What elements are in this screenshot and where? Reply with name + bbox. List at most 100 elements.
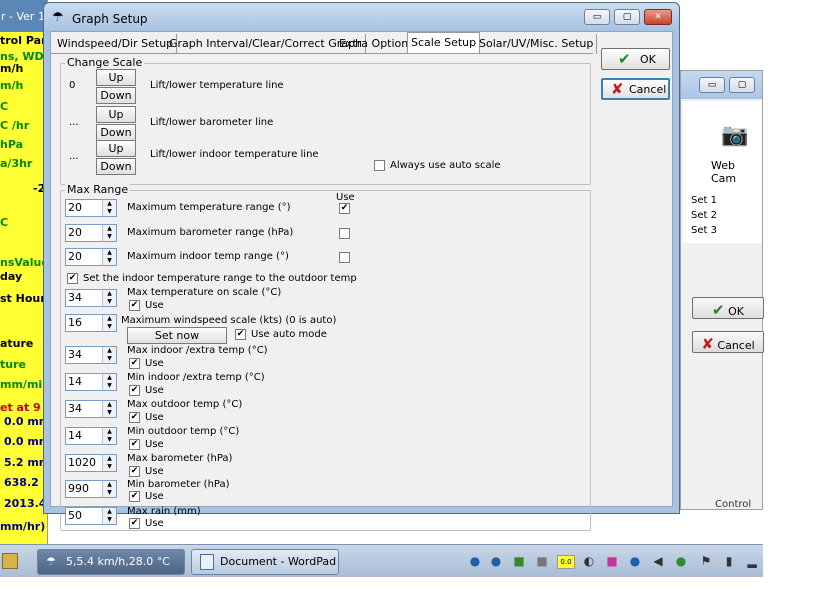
spinner-value: 34 — [68, 291, 82, 304]
tab-solar-uv[interactable]: Solar/UV/Misc. Setup — [476, 34, 598, 54]
baro-range-use-checkbox[interactable] — [339, 228, 350, 239]
auto-mode-checkbox[interactable]: ✔ — [235, 329, 246, 340]
max-barometer-spinner[interactable]: 1020 ▲ ▼ — [65, 454, 117, 472]
volume-icon[interactable]: ◀ — [649, 554, 667, 568]
spinner-arrows-icon[interactable]: ▲ ▼ — [102, 508, 116, 524]
taskbar-item-wordpad[interactable]: Document - WordPad — [191, 549, 339, 575]
max-temp-spinner[interactable]: 34 ▲ ▼ — [65, 289, 117, 307]
spinner-arrows-icon[interactable]: ▲ ▼ — [102, 455, 116, 471]
item-use-checkbox[interactable]: ✔ — [129, 439, 140, 450]
set-item[interactable]: Set 2 — [691, 210, 717, 221]
item-use-checkbox[interactable]: ✔ — [129, 385, 140, 396]
dialog-title: Graph Setup — [72, 12, 148, 26]
item-label: Max barometer (hPa) — [127, 453, 233, 464]
item-use-checkbox[interactable]: ✔ — [129, 412, 140, 423]
auto-scale-checkbox[interactable] — [374, 160, 385, 171]
maximize-icon[interactable]: ▢ — [614, 9, 640, 25]
baro-up-button[interactable]: Up — [96, 106, 136, 123]
max-outdoor-spinner[interactable]: 34 ▲ ▼ — [65, 400, 117, 418]
bg-line: mm/min — [0, 378, 48, 391]
item-label: Max indoor /extra temp (°C) — [127, 345, 268, 356]
baro-range-spinner[interactable]: 20 ▲ ▼ — [65, 224, 117, 242]
spinner-arrows-icon[interactable]: ▲ ▼ — [102, 481, 116, 497]
min-barometer-spinner[interactable]: 990 ▲ ▼ — [65, 480, 117, 498]
spinner-arrows-icon[interactable]: ▲ ▼ — [102, 347, 116, 363]
spinner-arrows-icon[interactable]: ▲ ▼ — [102, 225, 116, 241]
dialog-titlebar[interactable]: ☂ Graph Setup ▭ ▢ ✕ — [44, 3, 679, 31]
min-outdoor-spinner[interactable]: 14 ▲ ▼ — [65, 427, 117, 445]
taskbar-item-weather[interactable]: ☂ 5,5.4 km/h,28.0 °C — [37, 549, 185, 575]
set-item[interactable]: Set 3 — [691, 225, 717, 236]
item-use-checkbox[interactable]: ✔ — [129, 300, 140, 311]
cancel-button[interactable]: ✘ Cancel — [601, 78, 670, 100]
ok-button[interactable]: ✔ OK — [601, 48, 670, 70]
spinner-arrows-icon[interactable]: ▲ ▼ — [102, 315, 116, 331]
minimize-icon[interactable]: ▭ — [584, 9, 610, 25]
wordpad-icon — [200, 554, 214, 570]
bg-maximize-icon[interactable]: ▢ — [729, 77, 755, 93]
indoor-up-button[interactable]: Up — [96, 140, 136, 157]
item-label: Max outdoor temp (°C) — [127, 399, 243, 410]
taskbar-item-label: 5,5.4 km/h,28.0 °C — [66, 555, 170, 568]
media-icon[interactable]: ■ — [603, 554, 621, 568]
power-icon[interactable]: ▮ — [720, 554, 738, 568]
min-indoor-spinner[interactable]: 14 ▲ ▼ — [65, 373, 117, 391]
start-icon[interactable] — [2, 553, 18, 569]
range-label: Maximum indoor temp range (°) — [127, 251, 289, 262]
spinner-arrows-icon[interactable]: ▲ ▼ — [102, 290, 116, 306]
spinner-arrows-icon[interactable]: ▲ ▼ — [102, 428, 116, 444]
settings-tray-icon[interactable]: ■ — [533, 554, 551, 568]
item-label: Max rain (mm) — [127, 506, 201, 517]
indoor-down-button[interactable]: Down — [96, 158, 136, 175]
bg-minimize-icon[interactable]: ▭ — [699, 77, 725, 93]
dialog-app-icon: ☂ — [52, 10, 64, 25]
item-label: Min barometer (hPa) — [127, 479, 230, 490]
security-icon[interactable]: ● — [672, 554, 690, 568]
temp-up-button[interactable]: Up — [96, 69, 136, 86]
bg-line: m/h — [0, 62, 24, 75]
close-icon[interactable]: ✕ — [644, 9, 672, 25]
indoor-range-spinner[interactable]: 20 ▲ ▼ — [65, 248, 117, 266]
spinner-value: 34 — [68, 348, 82, 361]
webcam-icon[interactable]: 📷 — [721, 123, 748, 148]
spinner-arrows-icon[interactable]: ▲ ▼ — [102, 374, 116, 390]
temp-range-use-checkbox[interactable]: ✔ — [339, 203, 350, 214]
max-indoor-spinner[interactable]: 34 ▲ ▼ — [65, 346, 117, 364]
temp-range-spinner[interactable]: 20 ▲ ▼ — [65, 199, 117, 217]
windspeed-spinner[interactable]: 16 ▲ ▼ — [65, 314, 117, 332]
item-use-checkbox[interactable]: ✔ — [129, 518, 140, 529]
temp-down-button[interactable]: Down — [96, 87, 136, 104]
max-rain-spinner[interactable]: 50 ▲ ▼ — [65, 507, 117, 525]
item-label: Min outdoor temp (°C) — [127, 426, 240, 437]
flag-icon[interactable]: ⚑ — [697, 554, 715, 568]
item-use-checkbox[interactable]: ✔ — [129, 491, 140, 502]
bg-ok-label: OK — [728, 305, 744, 318]
indoor-range-use-checkbox[interactable] — [339, 252, 350, 263]
sync-icon[interactable]: ◐ — [580, 554, 598, 568]
bg-ok-button[interactable]: ✔ OK — [692, 297, 764, 319]
globe-icon[interactable]: ● — [466, 554, 484, 568]
spinner-arrows-icon[interactable]: ▲ ▼ — [102, 249, 116, 265]
item-label: Min indoor /extra temp (°C) — [127, 372, 265, 383]
bluetooth-icon[interactable]: ● — [626, 554, 644, 568]
dialog-body: Windspeed/Dir Setup Graph Interval/Clear… — [50, 31, 673, 531]
tab-scale-setup[interactable]: Scale Setup — [407, 32, 481, 54]
bg-cancel-button[interactable]: ✘ Cancel — [692, 331, 764, 353]
spinner-arrows-icon[interactable]: ▲ ▼ — [102, 200, 116, 216]
download-icon[interactable]: ■ — [510, 554, 528, 568]
item-use-checkbox[interactable]: ✔ — [129, 358, 140, 369]
use-header: Use — [336, 192, 355, 203]
scale-value: ... — [69, 117, 79, 128]
signal-icon[interactable]: ▂ — [743, 554, 761, 568]
auto-scale-label: Always use auto scale — [390, 160, 501, 171]
set-now-button[interactable]: Set now — [127, 327, 227, 344]
tab-extra-options[interactable]: Extra Options — [336, 34, 418, 54]
set-item[interactable]: Set 1 — [691, 195, 717, 206]
spinner-arrows-icon[interactable]: ▲ ▼ — [102, 401, 116, 417]
weather-tray-text[interactable]: 0.0 — [557, 555, 575, 569]
network-globe-icon[interactable]: ● — [487, 554, 505, 568]
tab-windspeed[interactable]: Windspeed/Dir Setup — [54, 34, 178, 54]
indoor-link-checkbox[interactable]: ✔ — [67, 273, 78, 284]
baro-down-button[interactable]: Down — [96, 124, 136, 141]
item-use-checkbox[interactable]: ✔ — [129, 466, 140, 477]
